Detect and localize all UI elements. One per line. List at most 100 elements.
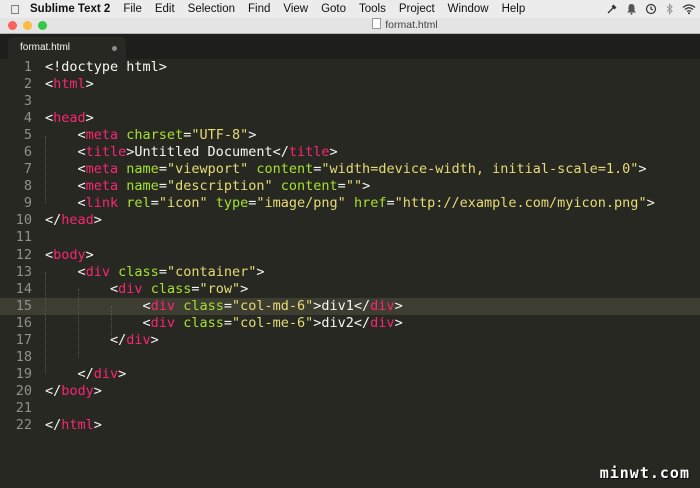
code-line[interactable] bbox=[45, 400, 655, 417]
apple-icon[interactable]:  bbox=[0, 2, 30, 17]
tab-label: format.html bbox=[20, 42, 71, 53]
code-line[interactable]: <div class="col-me-6">div2</div> bbox=[45, 315, 655, 332]
tag-name-token: div bbox=[93, 365, 119, 382]
bluetooth-icon[interactable] bbox=[665, 3, 674, 15]
text-token: > bbox=[93, 212, 102, 229]
code-line[interactable]: <title>Untitled Document</title> bbox=[45, 144, 655, 161]
code-line[interactable]: <div class="container"> bbox=[45, 264, 655, 281]
text-token: > bbox=[646, 195, 655, 212]
tag-name-token: meta bbox=[85, 161, 119, 178]
text-token: < bbox=[45, 246, 54, 263]
line-number: 22 bbox=[15, 416, 32, 433]
code-line[interactable]: <div class="col-md-6">div1</div> bbox=[45, 298, 655, 315]
text-token: < bbox=[45, 127, 86, 144]
code-line[interactable]: <html> bbox=[45, 76, 655, 93]
code-line[interactable]: <link rel="icon" type="image/png" href="… bbox=[45, 195, 655, 212]
tag-name-token: link bbox=[85, 195, 119, 212]
tab-format-html[interactable]: format.html bbox=[8, 37, 126, 59]
line-number: 4 bbox=[23, 110, 32, 127]
menu-file[interactable]: File bbox=[123, 3, 142, 15]
string-token: "col-me-6" bbox=[231, 314, 314, 331]
line-number: 19 bbox=[15, 365, 32, 382]
attribute-token: content bbox=[280, 178, 338, 195]
code-line[interactable]: </body> bbox=[45, 383, 655, 400]
attribute-token: type bbox=[215, 195, 249, 212]
code-editor[interactable]: 1 2 3 4 5 6 7 8 9 10 11 12 13 14 15 16 17 18 19 20 21 22 <!do… bbox=[0, 59, 700, 488]
notification-bell-icon[interactable] bbox=[626, 3, 637, 15]
attribute-token: rel bbox=[126, 195, 151, 212]
menu-tools[interactable]: Tools bbox=[359, 3, 386, 15]
code-line[interactable]: <div class="row"> bbox=[45, 281, 655, 298]
document-icon bbox=[372, 18, 382, 29]
code-text[interactable]: <!doctype html> <html> <head> <meta charse… bbox=[45, 59, 655, 434]
string-token: "UTF-8" bbox=[191, 127, 249, 144]
text-token: > bbox=[240, 280, 249, 297]
menu-window[interactable]: Window bbox=[448, 3, 489, 15]
code-line[interactable]: </div> bbox=[45, 332, 655, 349]
code-line[interactable] bbox=[45, 229, 655, 246]
text-token: >div2</ bbox=[313, 314, 371, 331]
attribute-token: href bbox=[353, 195, 387, 212]
code-line[interactable] bbox=[45, 93, 655, 110]
attribute-token: name bbox=[126, 178, 159, 195]
text-token: = bbox=[223, 297, 232, 314]
string-token: "image/png" bbox=[256, 195, 346, 212]
line-number: 7 bbox=[23, 161, 32, 178]
code-line[interactable] bbox=[45, 349, 655, 366]
text-token: = bbox=[337, 178, 346, 195]
window-titlebar: format.html bbox=[0, 18, 700, 34]
tag-name-token: body bbox=[53, 246, 86, 263]
line-number: 2 bbox=[23, 76, 32, 93]
text-token: > bbox=[362, 178, 371, 195]
menu-help[interactable]: Help bbox=[502, 3, 526, 15]
text-token: = bbox=[150, 195, 159, 212]
menu-goto[interactable]: Goto bbox=[321, 3, 346, 15]
tool-icon[interactable] bbox=[606, 3, 618, 15]
text-token: > bbox=[85, 76, 94, 93]
line-number: 21 bbox=[15, 399, 32, 416]
code-line[interactable]: <body> bbox=[45, 247, 655, 264]
attribute-token: name bbox=[126, 161, 159, 178]
line-number: 12 bbox=[15, 246, 32, 263]
menu-find[interactable]: Find bbox=[248, 3, 270, 15]
attribute-token: class bbox=[118, 263, 159, 280]
line-number: 9 bbox=[23, 195, 32, 212]
line-number: 11 bbox=[15, 229, 32, 246]
tab-close-icon[interactable] bbox=[112, 46, 117, 51]
code-line[interactable]: </div> bbox=[45, 366, 655, 383]
code-line[interactable]: <!doctype html> bbox=[45, 59, 655, 76]
code-line[interactable]: <meta name="viewport" content="width=dev… bbox=[45, 161, 655, 178]
wifi-icon[interactable] bbox=[682, 3, 696, 15]
code-line[interactable]: </head> bbox=[45, 212, 655, 229]
code-line[interactable]: </html> bbox=[45, 417, 655, 434]
menu-project[interactable]: Project bbox=[399, 3, 435, 15]
text-token: = bbox=[223, 314, 232, 331]
text-token: < bbox=[45, 195, 86, 212]
string-token: "" bbox=[345, 178, 363, 195]
text-token: >Untitled Document</ bbox=[126, 144, 289, 161]
text-token: = bbox=[158, 263, 167, 280]
menu-selection[interactable]: Selection bbox=[188, 3, 235, 15]
time-machine-icon[interactable] bbox=[645, 3, 657, 15]
menu-edit[interactable]: Edit bbox=[155, 3, 175, 15]
tag-name-token: head bbox=[53, 110, 86, 127]
code-line[interactable]: <head> bbox=[45, 110, 655, 127]
text-token: > bbox=[256, 263, 265, 280]
watermark: minwt.com bbox=[599, 464, 690, 482]
code-line[interactable]: <meta charset="UTF-8"> bbox=[45, 127, 655, 144]
line-number: 15 bbox=[15, 297, 32, 314]
attribute-token: class bbox=[183, 314, 224, 331]
text-token: > bbox=[638, 161, 647, 178]
tag-name-token: div bbox=[126, 331, 151, 348]
menu-view[interactable]: View bbox=[283, 3, 308, 15]
code-line[interactable]: <meta name="description" content=""> bbox=[45, 178, 655, 195]
text-token: = bbox=[158, 178, 167, 195]
tag-name-token: meta bbox=[85, 178, 119, 195]
text-token: > bbox=[118, 365, 127, 382]
tag-name-token: html bbox=[53, 76, 86, 93]
text-token: < bbox=[45, 314, 151, 331]
menu-app-name[interactable]: Sublime Text 2 bbox=[30, 3, 110, 15]
